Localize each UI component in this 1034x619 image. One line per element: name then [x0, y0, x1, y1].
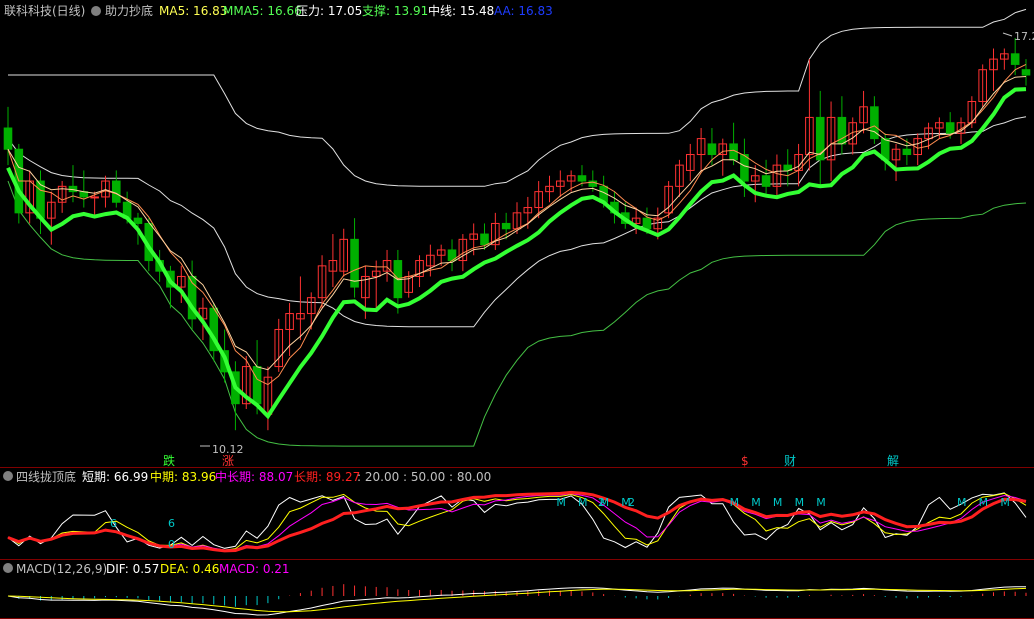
high-price-pointer	[1002, 32, 1013, 37]
candle-body	[761, 175, 771, 187]
m-marker: M	[795, 496, 805, 509]
candle-body	[642, 217, 652, 230]
dif-line	[7, 586, 1027, 616]
candle-body	[1010, 53, 1020, 65]
signal-die: 跌	[163, 453, 175, 468]
support-value: 支撑: 13.91	[362, 3, 428, 18]
signal-cai: 财	[784, 454, 796, 468]
high-price-label: 17.2	[1014, 30, 1034, 43]
panel2-long: 长期: 89.27	[294, 470, 360, 484]
candle-body	[902, 148, 912, 156]
macd-value: MACD: 0.21	[219, 562, 290, 576]
mid-term-line	[7, 492, 1027, 551]
indicator-name: 助力抄底	[105, 3, 153, 18]
signal-dollar: $	[741, 454, 749, 468]
panel2-short: 短期: 66.99	[82, 470, 148, 484]
midline-value: 中线: 15.48	[428, 3, 494, 18]
m-marker: M	[621, 496, 631, 509]
m-marker: M	[730, 496, 740, 509]
m-marker: M	[600, 496, 610, 509]
candle-body	[112, 180, 121, 203]
long-term-line	[7, 490, 1027, 553]
m-marker: M	[979, 496, 989, 509]
macd-dea: DEA: 0.46	[160, 562, 219, 576]
ma5-value: MA5: 16.83	[159, 4, 227, 18]
m-marker: M	[1000, 496, 1010, 509]
marker-six-b: 6	[168, 517, 175, 530]
stock-chart-window: 联科科技(日线) 助力抄底 MA5: 16.83 MMA5: 16.66 压力:…	[0, 0, 1034, 619]
candle-body	[945, 122, 955, 134]
panel3-toggle-icon[interactable]	[3, 563, 13, 573]
candle-body	[133, 217, 143, 224]
candle-body	[501, 222, 511, 230]
four-line-indicator	[7, 490, 1027, 553]
pressure-band	[8, 8, 1027, 187]
candle-body	[480, 233, 489, 246]
panel2-midlong: 中长期: 88.07	[215, 469, 293, 484]
candle-body	[350, 238, 359, 288]
candle-body	[1021, 69, 1031, 76]
candle-body	[252, 366, 262, 405]
mid-long-term-line	[7, 493, 1027, 551]
candle-body	[707, 143, 717, 156]
m-marker: M	[578, 496, 588, 509]
panel2-mid: 中期: 83.96	[150, 469, 216, 484]
candle-body	[90, 196, 99, 199]
aa-value: AA: 16.83	[494, 4, 553, 18]
macd-indicator	[7, 584, 1027, 616]
m-markers: MMMMMMMMMMMM	[556, 496, 1010, 509]
m-marker: M	[556, 496, 566, 509]
panel2-levels: : 20.00 : 50.00 : 80.00	[357, 470, 491, 484]
signal-zhang: 涨	[222, 453, 234, 468]
m-marker: M	[816, 496, 826, 509]
panel2-toggle-icon[interactable]	[3, 471, 13, 481]
marker-six-a: 6	[110, 517, 117, 530]
m-marker: M	[957, 496, 967, 509]
stock-title: 联科科技(日线)	[4, 4, 85, 18]
panel2-title: 四线拢顶底	[16, 469, 76, 484]
candle-body	[740, 154, 749, 182]
candle-body	[577, 175, 587, 182]
marker-zero: 0	[168, 538, 175, 551]
m-marker: M	[773, 496, 783, 509]
chart-canvas: 联科科技(日线) 助力抄底 MA5: 16.83 MMA5: 16.66 压力:…	[0, 3, 1034, 619]
indicator-toggle-icon[interactable]	[91, 6, 101, 16]
pressure-value: 压力: 17.05	[296, 4, 362, 18]
signal-jie: 解	[887, 454, 899, 468]
m-marker: M	[751, 496, 761, 509]
candle-body	[3, 127, 13, 150]
macd-dif: DIF: 0.57	[106, 562, 159, 576]
mma5-value: MMA5: 16.66	[223, 4, 302, 18]
panel3-title: MACD(12,26,9)	[16, 562, 107, 576]
